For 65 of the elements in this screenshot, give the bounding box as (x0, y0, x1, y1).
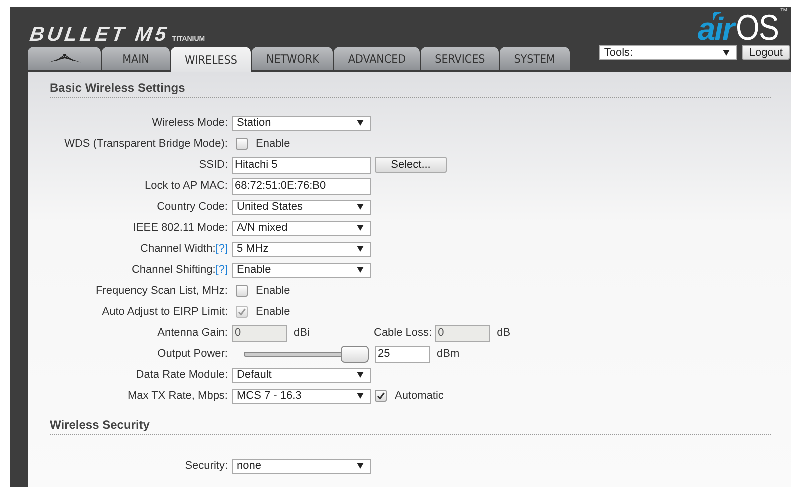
tab[interactable]: WIRELESS (171, 47, 252, 72)
field-label: WDS (Transparent Bridge Mode): (64, 138, 228, 150)
dropdown[interactable]: A/N mixed (232, 220, 371, 236)
slider[interactable] (244, 346, 369, 362)
dropdown[interactable]: Default (232, 368, 371, 382)
checkbox[interactable] (236, 285, 248, 297)
checkbox-label: Enable (256, 285, 290, 297)
caret-icon (357, 372, 364, 378)
caret-icon (357, 267, 364, 273)
checkbox[interactable] (375, 390, 387, 402)
field-label: SSID: (199, 159, 228, 171)
unit-label: dBm (437, 348, 460, 360)
field-label: Security: (185, 460, 228, 472)
section-title: Basic Wireless Settings (50, 81, 771, 98)
logout-button[interactable]: Logout (742, 45, 790, 60)
field-label: Cable Loss: (374, 327, 432, 339)
caret-icon (357, 204, 364, 210)
dropdown[interactable]: 5 MHz (232, 242, 371, 256)
field-label: Antenna Gain: (158, 327, 228, 339)
dropdown[interactable]: Enable (232, 262, 371, 278)
help-link[interactable]: [?] (216, 264, 228, 276)
help-link[interactable]: [?] (216, 243, 228, 255)
tab[interactable]: ADVANCED (334, 47, 420, 70)
trademark-mark: ™ (780, 7, 788, 16)
field-label: Max TX Rate, Mbps: (128, 390, 228, 402)
tab[interactable]: MAIN (102, 47, 170, 70)
select-button[interactable]: Select... (375, 157, 447, 173)
field-label: Wireless Mode: (152, 117, 228, 129)
input-field[interactable]: 68:72:51:0E:76:B0 (232, 178, 371, 194)
unit-label: dB (497, 327, 511, 339)
slider-thumb[interactable] (341, 346, 369, 362)
input-field[interactable]: 25 (375, 346, 430, 362)
field-label: Channel Shifting: (132, 264, 216, 276)
field-label: Output Power: (158, 348, 228, 360)
tab[interactable]: NETWORK (252, 47, 334, 70)
field-label: Frequency Scan List, MHz: (96, 285, 228, 297)
tab[interactable] (28, 47, 101, 70)
checkbox-label: Automatic (395, 390, 444, 402)
checkbox-label: Enable (256, 138, 290, 150)
caret-icon (357, 120, 364, 126)
field-label: Country Code: (157, 201, 228, 213)
section-title: Wireless Security (50, 418, 771, 435)
tools-dropdown[interactable]: Tools: (599, 45, 738, 60)
dropdown[interactable]: Station (232, 116, 371, 130)
field-label: Channel Width: (140, 243, 216, 255)
tab[interactable]: SYSTEM (500, 47, 570, 70)
caret-icon (357, 393, 364, 399)
input-field[interactable]: Hitachi 5 (232, 156, 371, 174)
caret-icon (357, 225, 364, 231)
dropdown[interactable]: MCS 7 - 16.3 (232, 388, 371, 404)
caret-icon (723, 50, 730, 56)
field-label: Lock to AP MAC: (145, 180, 228, 192)
dropdown[interactable]: none (232, 458, 371, 474)
checkbox-label: Enable (256, 306, 290, 318)
product-logo: BULLET M5 (28, 24, 171, 47)
checkbox[interactable] (236, 138, 248, 150)
caret-icon (357, 463, 364, 469)
field-label: Data Rate Module: (136, 369, 228, 381)
caret-icon (357, 246, 364, 252)
dish-logo-icon (48, 53, 82, 64)
field-label: Auto Adjust to EIRP Limit: (102, 306, 228, 318)
unit-label: dBi (294, 327, 311, 339)
field-label: IEEE 802.11 Mode: (133, 222, 228, 234)
dropdown[interactable]: United States (232, 200, 371, 214)
tab[interactable]: SERVICES (421, 47, 500, 70)
